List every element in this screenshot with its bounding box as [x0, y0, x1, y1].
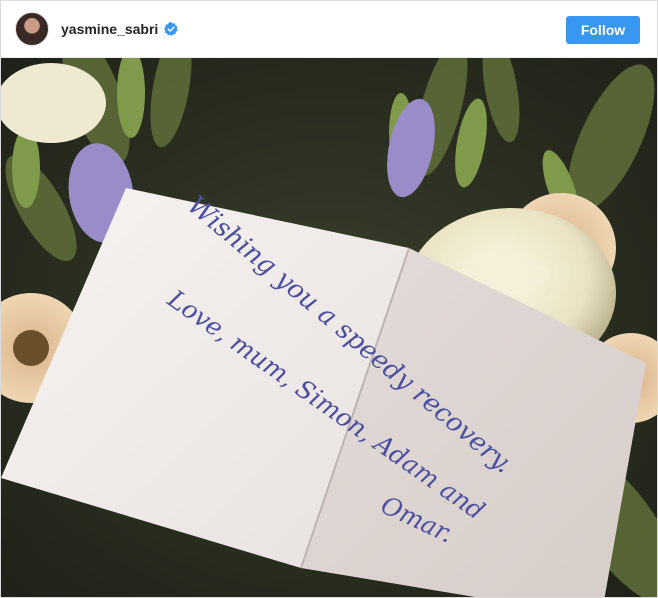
username-link[interactable]: yasmine_sabri — [61, 21, 158, 37]
verified-badge-icon — [164, 22, 179, 36]
instagram-post: yasmine_sabri Follow Wishing you a speed… — [0, 0, 658, 598]
post-header: yasmine_sabri Follow — [1, 1, 657, 58]
follow-button[interactable]: Follow — [566, 16, 640, 44]
post-photo[interactable]: Wishing you a speedy recovery. Love, mum… — [1, 58, 657, 597]
avatar[interactable] — [15, 12, 49, 46]
